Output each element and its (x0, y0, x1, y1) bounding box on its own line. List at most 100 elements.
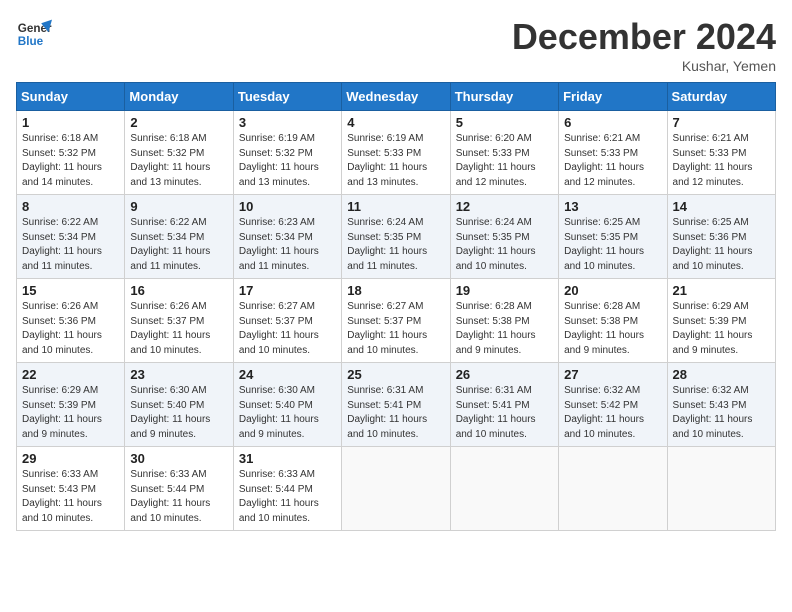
logo-icon: General Blue (16, 16, 52, 52)
weekday-header: Sunday (17, 83, 125, 111)
calendar-cell: 20 Sunrise: 6:28 AM Sunset: 5:38 PM Dayli… (559, 279, 667, 363)
day-info: Sunrise: 6:18 AM Sunset: 5:32 PM Dayligh… (130, 132, 227, 190)
day-info: Sunrise: 6:27 AM Sunset: 5:37 PM Dayligh… (239, 300, 336, 358)
calendar-week-row: 1 Sunrise: 6:18 AM Sunset: 5:32 PM Daylig… (17, 111, 776, 195)
day-number: 15 (22, 283, 119, 298)
day-info: Sunrise: 6:22 AM Sunset: 5:34 PM Dayligh… (22, 216, 119, 274)
day-number: 23 (130, 367, 227, 382)
calendar-cell: 23Sunrise: 6:30 AM Sunset: 5:40 PM Dayli… (125, 363, 233, 447)
day-number: 26 (456, 367, 553, 382)
day-number: 28 (673, 367, 770, 382)
day-number: 27 (564, 367, 661, 382)
calendar-cell: 7 Sunrise: 6:21 AM Sunset: 5:33 PM Daylig… (667, 111, 775, 195)
svg-text:Blue: Blue (18, 35, 44, 48)
weekday-header: Saturday (667, 83, 775, 111)
day-info: Sunrise: 6:26 AM Sunset: 5:36 PM Dayligh… (22, 300, 119, 358)
day-number: 4 (347, 115, 444, 130)
day-info: Sunrise: 6:33 AM Sunset: 5:44 PM Dayligh… (130, 468, 227, 526)
calendar-cell: 30 Sunrise: 6:33 AM Sunset: 5:44 PM Dayli… (125, 447, 233, 531)
logo: General Blue (16, 16, 52, 52)
calendar-cell: 2 Sunrise: 6:18 AM Sunset: 5:32 PM Daylig… (125, 111, 233, 195)
location-title: Kushar, Yemen (512, 58, 776, 74)
day-number: 17 (239, 283, 336, 298)
calendar-cell: 18 Sunrise: 6:27 AM Sunset: 5:37 PM Dayli… (342, 279, 450, 363)
day-number: 5 (456, 115, 553, 130)
day-number: 2 (130, 115, 227, 130)
day-number: 9 (130, 199, 227, 214)
day-number: 24 (239, 367, 336, 382)
day-number: 12 (456, 199, 553, 214)
calendar-cell: 25Sunrise: 6:31 AM Sunset: 5:41 PM Dayli… (342, 363, 450, 447)
day-info: Sunrise: 6:19 AM Sunset: 5:32 PM Dayligh… (239, 132, 336, 190)
day-number: 3 (239, 115, 336, 130)
day-number: 10 (239, 199, 336, 214)
day-info: Sunrise: 6:18 AM Sunset: 5:32 PM Dayligh… (22, 132, 119, 190)
day-number: 8 (22, 199, 119, 214)
day-info: Sunrise: 6:19 AM Sunset: 5:33 PM Dayligh… (347, 132, 444, 190)
day-info: Sunrise: 6:26 AM Sunset: 5:37 PM Dayligh… (130, 300, 227, 358)
calendar-cell: 1 Sunrise: 6:18 AM Sunset: 5:32 PM Daylig… (17, 111, 125, 195)
day-info: Sunrise: 6:31 AM Sunset: 5:41 PM Dayligh… (456, 384, 553, 442)
day-info: Sunrise: 6:27 AM Sunset: 5:37 PM Dayligh… (347, 300, 444, 358)
calendar-cell: 6 Sunrise: 6:21 AM Sunset: 5:33 PM Daylig… (559, 111, 667, 195)
calendar-cell: 24 Sunrise: 6:30 AM Sunset: 5:40 PM Dayli… (233, 363, 341, 447)
day-number: 25 (347, 367, 444, 382)
calendar-header-row: SundayMondayTuesdayWednesdayThursdayFrid… (17, 83, 776, 111)
day-number: 7 (673, 115, 770, 130)
day-info: Sunrise: 6:29 AM Sunset: 5:39 PM Dayligh… (22, 384, 119, 442)
calendar-cell: 17 Sunrise: 6:27 AM Sunset: 5:37 PM Dayli… (233, 279, 341, 363)
day-number: 21 (673, 283, 770, 298)
calendar-table: SundayMondayTuesdayWednesdayThursdayFrid… (16, 82, 776, 531)
day-info: Sunrise: 6:33 AM Sunset: 5:43 PM Dayligh… (22, 468, 119, 526)
calendar-cell: 31 Sunrise: 6:33 AM Sunset: 5:44 PM Dayli… (233, 447, 341, 531)
day-number: 14 (673, 199, 770, 214)
calendar-cell (667, 447, 775, 531)
day-number: 29 (22, 451, 119, 466)
day-info: Sunrise: 6:21 AM Sunset: 5:33 PM Dayligh… (564, 132, 661, 190)
calendar-cell: 3 Sunrise: 6:19 AM Sunset: 5:32 PM Daylig… (233, 111, 341, 195)
calendar-cell: 10 Sunrise: 6:23 AM Sunset: 5:34 PM Dayli… (233, 195, 341, 279)
weekday-header: Tuesday (233, 83, 341, 111)
calendar-cell: 14Sunrise: 6:25 AM Sunset: 5:36 PM Dayli… (667, 195, 775, 279)
day-info: Sunrise: 6:23 AM Sunset: 5:34 PM Dayligh… (239, 216, 336, 274)
calendar-cell: 11Sunrise: 6:24 AM Sunset: 5:35 PM Dayli… (342, 195, 450, 279)
month-title: December 2024 (512, 16, 776, 58)
day-info: Sunrise: 6:21 AM Sunset: 5:33 PM Dayligh… (673, 132, 770, 190)
calendar-cell: 4 Sunrise: 6:19 AM Sunset: 5:33 PM Daylig… (342, 111, 450, 195)
calendar-cell (559, 447, 667, 531)
day-info: Sunrise: 6:28 AM Sunset: 5:38 PM Dayligh… (456, 300, 553, 358)
calendar-week-row: 22Sunrise: 6:29 AM Sunset: 5:39 PM Dayli… (17, 363, 776, 447)
weekday-header: Friday (559, 83, 667, 111)
calendar-cell: 19Sunrise: 6:28 AM Sunset: 5:38 PM Dayli… (450, 279, 558, 363)
calendar-cell: 9 Sunrise: 6:22 AM Sunset: 5:34 PM Daylig… (125, 195, 233, 279)
day-number: 31 (239, 451, 336, 466)
day-number: 1 (22, 115, 119, 130)
calendar-cell: 26 Sunrise: 6:31 AM Sunset: 5:41 PM Dayli… (450, 363, 558, 447)
day-number: 11 (347, 199, 444, 214)
day-info: Sunrise: 6:25 AM Sunset: 5:35 PM Dayligh… (564, 216, 661, 274)
day-number: 30 (130, 451, 227, 466)
calendar-cell: 12 Sunrise: 6:24 AM Sunset: 5:35 PM Dayli… (450, 195, 558, 279)
page-header: General Blue December 2024 Kushar, Yemen (16, 16, 776, 74)
day-info: Sunrise: 6:22 AM Sunset: 5:34 PM Dayligh… (130, 216, 227, 274)
day-number: 20 (564, 283, 661, 298)
day-number: 16 (130, 283, 227, 298)
calendar-cell: 16 Sunrise: 6:26 AM Sunset: 5:37 PM Dayli… (125, 279, 233, 363)
calendar-cell: 13 Sunrise: 6:25 AM Sunset: 5:35 PM Dayli… (559, 195, 667, 279)
day-info: Sunrise: 6:24 AM Sunset: 5:35 PM Dayligh… (456, 216, 553, 274)
day-info: Sunrise: 6:29 AM Sunset: 5:39 PM Dayligh… (673, 300, 770, 358)
weekday-header: Thursday (450, 83, 558, 111)
day-info: Sunrise: 6:30 AM Sunset: 5:40 PM Dayligh… (239, 384, 336, 442)
day-number: 6 (564, 115, 661, 130)
day-number: 18 (347, 283, 444, 298)
day-number: 13 (564, 199, 661, 214)
calendar-cell: 28Sunrise: 6:32 AM Sunset: 5:43 PM Dayli… (667, 363, 775, 447)
day-info: Sunrise: 6:20 AM Sunset: 5:33 PM Dayligh… (456, 132, 553, 190)
day-info: Sunrise: 6:33 AM Sunset: 5:44 PM Dayligh… (239, 468, 336, 526)
calendar-cell: 15 Sunrise: 6:26 AM Sunset: 5:36 PM Dayli… (17, 279, 125, 363)
calendar-week-row: 15 Sunrise: 6:26 AM Sunset: 5:36 PM Dayli… (17, 279, 776, 363)
day-info: Sunrise: 6:28 AM Sunset: 5:38 PM Dayligh… (564, 300, 661, 358)
calendar-cell (342, 447, 450, 531)
calendar-cell: 29 Sunrise: 6:33 AM Sunset: 5:43 PM Dayli… (17, 447, 125, 531)
calendar-cell: 21 Sunrise: 6:29 AM Sunset: 5:39 PM Dayli… (667, 279, 775, 363)
